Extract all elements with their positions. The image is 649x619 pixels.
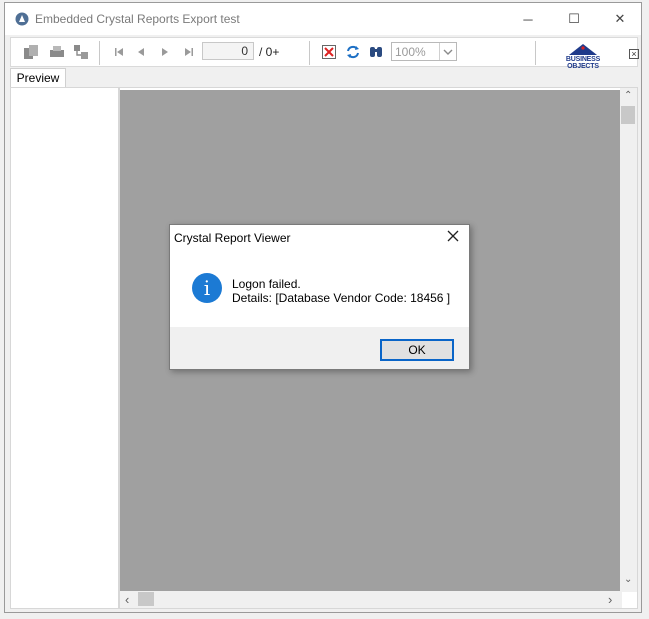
zoom-select[interactable]: 100% bbox=[391, 42, 457, 61]
search-icon[interactable] bbox=[368, 44, 384, 60]
window-title: Embedded Crystal Reports Export test bbox=[35, 12, 240, 26]
zoom-value: 100% bbox=[395, 45, 426, 59]
previous-page-icon[interactable] bbox=[133, 44, 149, 60]
close-view-icon: × bbox=[631, 49, 637, 59]
logo-icon bbox=[569, 44, 597, 55]
next-page-icon[interactable] bbox=[157, 44, 173, 60]
toolbar-separator bbox=[309, 41, 310, 65]
minimize-icon: ─ bbox=[523, 11, 533, 27]
message-dialog: Crystal Report Viewer i Logon failed. De… bbox=[169, 224, 470, 370]
info-icon: i bbox=[192, 273, 222, 303]
close-icon bbox=[447, 230, 459, 242]
report-toolbar: 0 / 0+ 100% BUSINESS OBJECTS × bbox=[10, 37, 639, 70]
print-icon[interactable] bbox=[49, 44, 65, 60]
group-tree-icon[interactable] bbox=[73, 44, 89, 60]
first-page-icon[interactable] bbox=[111, 44, 127, 60]
maximize-button[interactable]: ☐ bbox=[551, 3, 597, 35]
scroll-right-icon[interactable]: › bbox=[608, 592, 612, 607]
maximize-icon: ☐ bbox=[568, 11, 580, 26]
dialog-body: i Logon failed. Details: [Database Vendo… bbox=[170, 251, 469, 327]
close-icon: ✕ bbox=[614, 11, 626, 26]
scroll-down-icon[interactable]: ⌄ bbox=[624, 574, 632, 585]
close-view-button[interactable]: × bbox=[629, 49, 639, 59]
dialog-title-bar: Crystal Report Viewer bbox=[170, 225, 469, 251]
toolbar-separator bbox=[99, 41, 100, 65]
minimize-button[interactable]: ─ bbox=[505, 3, 551, 35]
horizontal-scroll-thumb[interactable] bbox=[138, 592, 154, 606]
tab-preview[interactable]: Preview bbox=[10, 68, 66, 88]
vertical-scrollbar[interactable]: ⌃ ⌄ bbox=[620, 88, 637, 592]
page-number-input[interactable]: 0 bbox=[202, 42, 254, 60]
group-tree-panel bbox=[10, 87, 119, 609]
title-bar: Embedded Crystal Reports Export test ─ ☐… bbox=[5, 3, 641, 35]
vertical-scroll-thumb[interactable] bbox=[621, 106, 635, 124]
app-icon bbox=[15, 12, 29, 26]
dialog-close-button[interactable] bbox=[446, 229, 460, 248]
dialog-message-line2: Details: [Database Vendor Code: 18456 ] bbox=[232, 291, 451, 305]
scroll-left-icon[interactable]: ‹ bbox=[125, 592, 129, 607]
business-objects-logo: BUSINESS OBJECTS bbox=[551, 43, 615, 70]
last-page-icon[interactable] bbox=[181, 44, 197, 60]
dialog-title: Crystal Report Viewer bbox=[174, 231, 291, 245]
zoom-dropdown-button[interactable] bbox=[439, 43, 456, 60]
toolbar-separator bbox=[535, 41, 536, 65]
close-button[interactable]: ✕ bbox=[597, 3, 643, 35]
page-total-label: / 0+ bbox=[259, 45, 280, 59]
ok-button[interactable]: OK bbox=[380, 339, 454, 361]
scroll-up-icon[interactable]: ⌃ bbox=[624, 90, 632, 101]
refresh-icon[interactable] bbox=[345, 44, 361, 60]
export-icon[interactable] bbox=[23, 44, 39, 60]
stop-icon[interactable] bbox=[321, 44, 337, 60]
dialog-message-line1: Logon failed. bbox=[232, 277, 301, 291]
chevron-down-icon bbox=[443, 49, 453, 55]
logo-text: BUSINESS OBJECTS bbox=[565, 56, 601, 70]
horizontal-scrollbar[interactable]: ‹ › bbox=[120, 591, 622, 608]
